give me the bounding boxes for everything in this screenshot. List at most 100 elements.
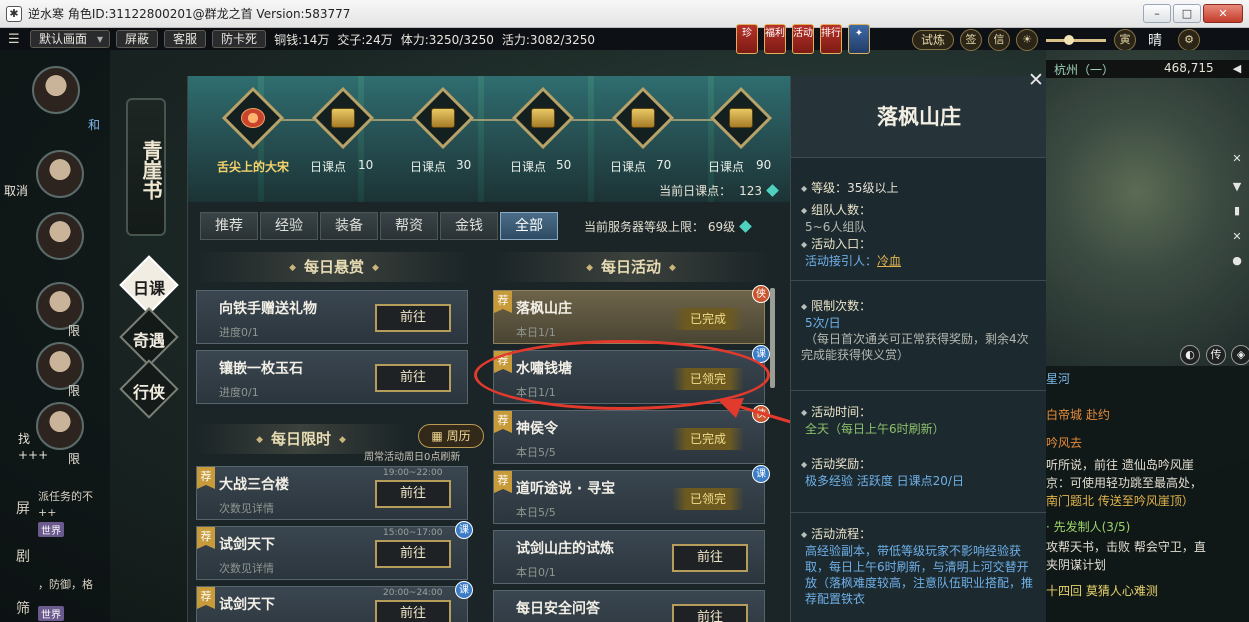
treasure-chest-icon <box>431 108 455 128</box>
go-button[interactable]: 前往 <box>672 544 748 572</box>
activity-card-safety-quiz[interactable]: 每日安全问答 前往 <box>493 590 765 622</box>
map-mode-button[interactable]: ◐ <box>1180 345 1200 365</box>
weekly-reset-note: 周常活动周日0点刷新 <box>364 452 461 463</box>
anti-stuck-button[interactable]: 防卡死 <box>212 30 267 48</box>
map-coordinates: 468,715 <box>1164 61 1214 75</box>
trial-button[interactable]: 试炼 <box>912 30 955 50</box>
server-level-cap: 当前服务器等级上限： 69级 <box>584 218 752 235</box>
reward-node-0[interactable]: 舌尖上的大宋 <box>217 86 289 186</box>
menu-icon[interactable]: ☰ <box>8 32 24 47</box>
maximize-button[interactable]: □ <box>1173 4 1201 23</box>
tab-equipment[interactable]: 装备 <box>320 212 378 240</box>
limited-card-shijian-1[interactable]: 荐 15:00~17:00 试剑天下 次数见详情 前往 课 <box>196 521 473 580</box>
limited-card-shijian-2[interactable]: 荐 20:00~24:00 试剑天下 前往 课 <box>196 581 473 622</box>
recommend-badge: 荐 <box>494 471 512 493</box>
npc-link[interactable]: 冷血 <box>877 254 901 268</box>
party-avatar-1[interactable] <box>32 66 80 114</box>
minimize-button[interactable]: – <box>1143 4 1171 23</box>
activity-card-shijian-trial[interactable]: 试剑山庄的试炼 本日0/1 前往 <box>493 530 765 584</box>
quest-line[interactable]: 南门题北 传送至吟风崖顶） <box>1046 492 1249 509</box>
settings-gear-icon[interactable]: ⚙ <box>1178 29 1201 51</box>
minimap[interactable] <box>1046 50 1249 366</box>
cancel-follow-label[interactable]: 取消 <box>4 182 28 199</box>
energy: 活力:3082/3250 <box>501 32 596 47</box>
go-button[interactable]: 前往 <box>375 600 451 622</box>
quest-line[interactable]: 夹阴谋计划 <box>1046 556 1249 573</box>
go-button[interactable]: 前往 <box>375 480 451 508</box>
party-label-limit-1: 限 <box>68 324 81 338</box>
collapse-icon[interactable]: ◀ <box>1230 62 1244 76</box>
activity-event-icon[interactable]: 活动 <box>792 24 814 54</box>
lantern-icon <box>241 108 265 128</box>
bounty-card-jade[interactable]: 镶嵌一枚玉石 进度0/1 前往 <box>196 350 468 404</box>
go-button[interactable]: 前往 <box>375 304 451 332</box>
support-button[interactable]: 客服 <box>164 30 207 48</box>
ranking-event-icon[interactable]: 排行 <box>820 24 842 54</box>
map-options-button[interactable]: ◈ <box>1231 345 1249 365</box>
tab-chivalry[interactable]: 行侠 <box>119 359 179 419</box>
recommend-badge: 荐 <box>494 291 512 313</box>
marker-icon[interactable]: ● <box>1230 254 1244 268</box>
sign-in-button[interactable]: 签 <box>960 29 983 51</box>
party-avatar-3[interactable] <box>36 212 84 260</box>
tab-experience[interactable]: 经验 <box>260 212 318 240</box>
limited-card-sanhelou[interactable]: 荐 19:00~22:00 大战三合楼 次数见详情 前往 <box>196 466 468 520</box>
bounty-card-gift[interactable]: 向铁手赠送礼物 进度0/1 前往 <box>196 290 468 344</box>
recommend-badge: 荐 <box>494 411 512 433</box>
quest-line[interactable]: 吟风去 <box>1046 434 1249 451</box>
gem-icon <box>739 220 752 233</box>
party-avatar-6[interactable] <box>36 402 84 450</box>
teleport-button[interactable]: 传 <box>1206 345 1226 365</box>
recommend-badge: 荐 <box>197 467 215 489</box>
tab-daily-lessons[interactable]: 日课 <box>119 255 179 315</box>
detail-title: 落枫山庄 <box>791 76 1047 158</box>
party-avatar-2[interactable] <box>36 150 84 198</box>
quest-line[interactable]: · 先发制人(3/5) <box>1046 518 1249 535</box>
activity-card-luofeng[interactable]: 荐 落枫山庄 本日1/1 已完成 侠 <box>493 285 770 344</box>
welfare-event-icon[interactable]: 福利 <box>764 24 786 54</box>
close-panel-button[interactable]: ✕ <box>1026 70 1046 90</box>
quest-line[interactable]: 听所说，前往 遗仙岛吟风崖 <box>1046 456 1249 473</box>
daily-bounty-header: 每日悬赏 <box>196 252 472 282</box>
quest-line[interactable]: 十四回 莫猜人心难测 <box>1046 582 1249 599</box>
gem-icon <box>766 184 779 197</box>
quest-line[interactable]: 京：可使用轻功跳至最高处， <box>1046 474 1249 491</box>
activity-scrollbar[interactable] <box>770 288 775 388</box>
mail-button[interactable]: 信 <box>988 29 1011 51</box>
window-titlebar: ✱ 逆水寒 角色ID:31122800201@群龙之首 Version:5837… <box>0 0 1249 28</box>
tab-all[interactable]: 全部 <box>500 212 558 240</box>
view-mode-select[interactable]: 默认画面 <box>30 30 111 48</box>
jiaozi-currency: 交子:24万 <box>337 32 393 47</box>
treasure-event-icon[interactable]: 珍 <box>736 24 758 54</box>
time-of-day-slider[interactable] <box>1046 34 1107 45</box>
treasure-chest-icon <box>531 108 555 128</box>
sword-icon[interactable]: ✕ <box>1230 152 1244 166</box>
tab-encounters[interactable]: 奇遇 <box>119 307 179 367</box>
filter-icon[interactable]: ▼ <box>1230 180 1244 194</box>
block-button[interactable]: 屏蔽 <box>116 30 159 48</box>
party-label-1: 和 <box>88 118 101 132</box>
mascot-icon[interactable]: ✦ <box>848 24 870 54</box>
close-window-button[interactable]: ✕ <box>1203 4 1243 23</box>
weekly-calendar-button[interactable]: ▦ 周历 <box>418 424 484 448</box>
completed-status: 已完成 <box>672 308 744 330</box>
tab-recommended[interactable]: 推荐 <box>200 212 258 240</box>
tab-guild-resources[interactable]: 帮资 <box>380 212 438 240</box>
chat-shortcut-filter[interactable]: 筛 <box>16 598 30 618</box>
reward-points-2: 30 <box>456 158 472 172</box>
tab-money[interactable]: 金钱 <box>440 212 498 240</box>
chat-shortcut-story[interactable]: 剧 <box>16 546 30 566</box>
detail-limit: 限制次数： 5次/日 （每日首次通关可正常获得奖励，剩余4次完成能获得侠义赏） <box>801 298 1033 363</box>
go-button[interactable]: 前往 <box>375 540 451 568</box>
reward-points-5: 90 <box>756 158 772 172</box>
quest-line[interactable]: 白帝城 赴约 <box>1046 406 1249 423</box>
minimap-header: 杭州（一） 468,715 <box>1046 60 1249 78</box>
go-button[interactable]: 前往 <box>375 364 451 392</box>
chat-shortcut-block[interactable]: 屏 <box>16 498 30 518</box>
quest-line[interactable]: 攻帮天书，击败 帮会守卫，直 <box>1046 538 1249 555</box>
go-button[interactable]: 前往 <box>672 604 748 622</box>
book-icon[interactable]: ▮ <box>1230 204 1244 218</box>
crossed-swords-icon[interactable]: ✕ <box>1230 230 1244 244</box>
quest-line[interactable]: 星河 <box>1046 370 1249 387</box>
filter-tabs: 推荐 经验 装备 帮资 金钱 全部 <box>200 212 558 240</box>
